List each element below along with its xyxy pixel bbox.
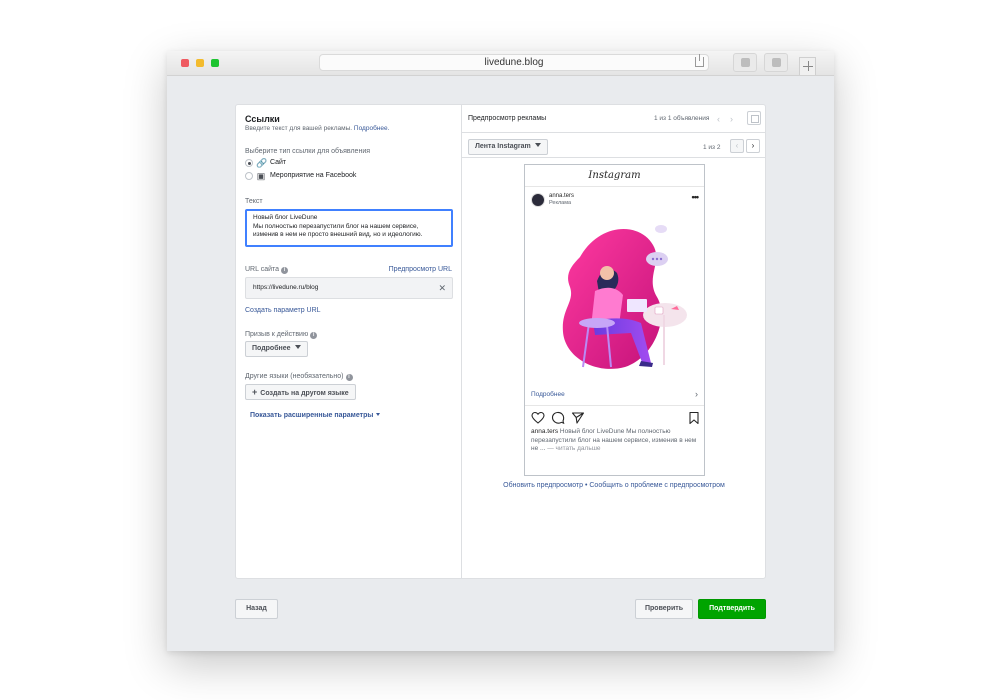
tabs-button[interactable]	[764, 53, 788, 72]
post-username: anna.ters	[549, 193, 575, 199]
info-icon[interactable]: i	[310, 332, 318, 339]
address-bar-url: livedune.blog	[484, 57, 544, 68]
browser-window: livedune.blog Ссылки Введите текст для в…	[167, 51, 834, 651]
link-type-website-label: Сайт	[270, 159, 287, 166]
tabs-icon	[772, 58, 781, 67]
prev-page-button[interactable]: ‹	[730, 139, 744, 153]
other-languages-text: Другие языки (необязательно)	[245, 373, 344, 380]
post-caption: anna.ters Новый блог LiveDune Мы полност…	[531, 428, 701, 454]
ad-text-line1: Новый блог LiveDune	[253, 214, 318, 221]
show-advanced-label: Показать расширенные параметры	[250, 412, 374, 419]
share-icon[interactable]	[571, 411, 585, 425]
new-tab-button[interactable]	[799, 57, 816, 75]
share-icon[interactable]	[695, 54, 704, 67]
chevron-right-icon[interactable]: ›	[695, 389, 698, 399]
caret-down-icon	[534, 143, 541, 147]
other-languages-label: Другие языки (необязательно) i	[245, 373, 353, 381]
section-subtitle: Введите текст для вашей рекламы. Подробн…	[245, 125, 389, 132]
close-window-button[interactable]	[181, 59, 189, 67]
url-label-text: URL сайта	[245, 266, 280, 273]
minimize-window-button[interactable]	[196, 59, 204, 67]
comment-icon[interactable]	[551, 411, 565, 425]
caret-down-icon	[376, 413, 381, 416]
calendar-icon: ▣	[256, 171, 266, 181]
placement-value: Лента Instagram	[475, 143, 531, 150]
link-type-fb-event-label: Мероприятие на Facebook	[270, 172, 357, 179]
extension-icon	[741, 58, 750, 67]
address-bar[interactable]: livedune.blog	[319, 54, 709, 71]
chevron-left-icon[interactable]: ‹	[717, 114, 720, 124]
clear-icon[interactable]: ✕	[438, 278, 446, 298]
caret-down-icon	[294, 345, 301, 349]
bookmark-icon[interactable]	[687, 411, 701, 425]
page-count: 1 из 2	[703, 144, 721, 151]
learn-more-link[interactable]: Подробнее	[531, 391, 565, 398]
ad-editor-card: Ссылки Введите текст для вашей рекламы. …	[235, 104, 766, 579]
links-panel: Ссылки Введите текст для вашей рекламы. …	[236, 105, 462, 578]
website-url-input[interactable]: https://livedune.ru/blog ✕	[245, 277, 453, 299]
divider	[525, 405, 704, 406]
placement-dropdown[interactable]: Лента Instagram	[468, 139, 548, 155]
read-more-link[interactable]: — читать дальше	[547, 445, 600, 452]
cta-label-text: Призыв к действию	[245, 331, 309, 338]
ad-count: 1 из 1 объявления	[654, 115, 710, 122]
instagram-logo: Instagram	[525, 165, 704, 187]
website-url-value: https://livedune.ru/blog	[253, 284, 319, 291]
extension-button[interactable]	[733, 53, 757, 72]
next-page-button[interactable]: ›	[746, 139, 760, 153]
caption-username: anna.ters	[531, 428, 559, 435]
open-external-button[interactable]	[747, 111, 761, 125]
radio-website[interactable]	[245, 159, 253, 167]
refresh-preview-link[interactable]: Обновить предпросмотр	[503, 482, 583, 489]
create-other-language-label: Создать на другом языке	[260, 390, 349, 397]
divider	[462, 132, 766, 133]
instagram-preview: Instagram anna.ters Реклама ••• Подробне…	[524, 164, 705, 476]
heart-icon[interactable]	[531, 411, 545, 425]
text-label: Текст	[245, 198, 263, 205]
subtitle-more-link[interactable]: Подробнее.	[354, 125, 390, 132]
maximize-window-button[interactable]	[211, 59, 219, 67]
section-title: Ссылки	[245, 114, 280, 124]
plus-icon: +	[252, 387, 258, 397]
show-advanced-link[interactable]: Показать расширенные параметры	[250, 412, 381, 419]
ad-text-line2: Мы полностью перезапустили блог на нашем…	[253, 222, 423, 239]
more-options-icon[interactable]: •••	[692, 192, 700, 202]
link-icon: 🔗	[256, 158, 268, 168]
link-type-label: Выберите тип ссылки для объявления	[245, 148, 371, 155]
cta-dropdown[interactable]: Подробнее	[245, 341, 308, 357]
confirm-button[interactable]: Подтвердить	[698, 599, 766, 619]
info-icon[interactable]: i	[281, 267, 289, 274]
radio-fb-event[interactable]	[245, 172, 253, 180]
preview-title: Предпросмотр рекламы	[468, 115, 547, 122]
browser-titlebar: livedune.blog	[167, 51, 834, 76]
cta-dropdown-value: Подробнее	[252, 345, 291, 352]
sponsored-label: Реклама	[549, 200, 572, 206]
chevron-right-icon[interactable]: ›	[730, 114, 733, 124]
back-button[interactable]: Назад	[235, 599, 278, 619]
post-illustration	[562, 225, 687, 369]
divider	[462, 157, 766, 158]
create-url-param-link[interactable]: Создать параметр URL	[245, 307, 321, 314]
review-button[interactable]: Проверить	[635, 599, 693, 619]
ad-preview-panel: Предпросмотр рекламы 1 из 1 объявления ‹…	[462, 105, 766, 578]
cta-label: Призыв к действию i	[245, 331, 318, 339]
avatar	[531, 193, 545, 207]
preview-footer: Обновить предпросмотр • Сообщить о пробл…	[462, 482, 766, 489]
subtitle-text: Введите текст для вашей рекламы.	[245, 125, 353, 132]
report-problem-link[interactable]: Сообщить о проблеме с предпросмотром	[589, 482, 724, 489]
url-label: URL сайта i	[245, 266, 289, 274]
info-icon[interactable]: i	[345, 374, 353, 381]
create-other-language-button[interactable]: + Создать на другом языке	[245, 384, 356, 400]
ad-text-input[interactable]: Новый блог LiveDune Мы полностью перезап…	[245, 209, 453, 247]
url-preview-link[interactable]: Предпросмотр URL	[389, 266, 452, 273]
